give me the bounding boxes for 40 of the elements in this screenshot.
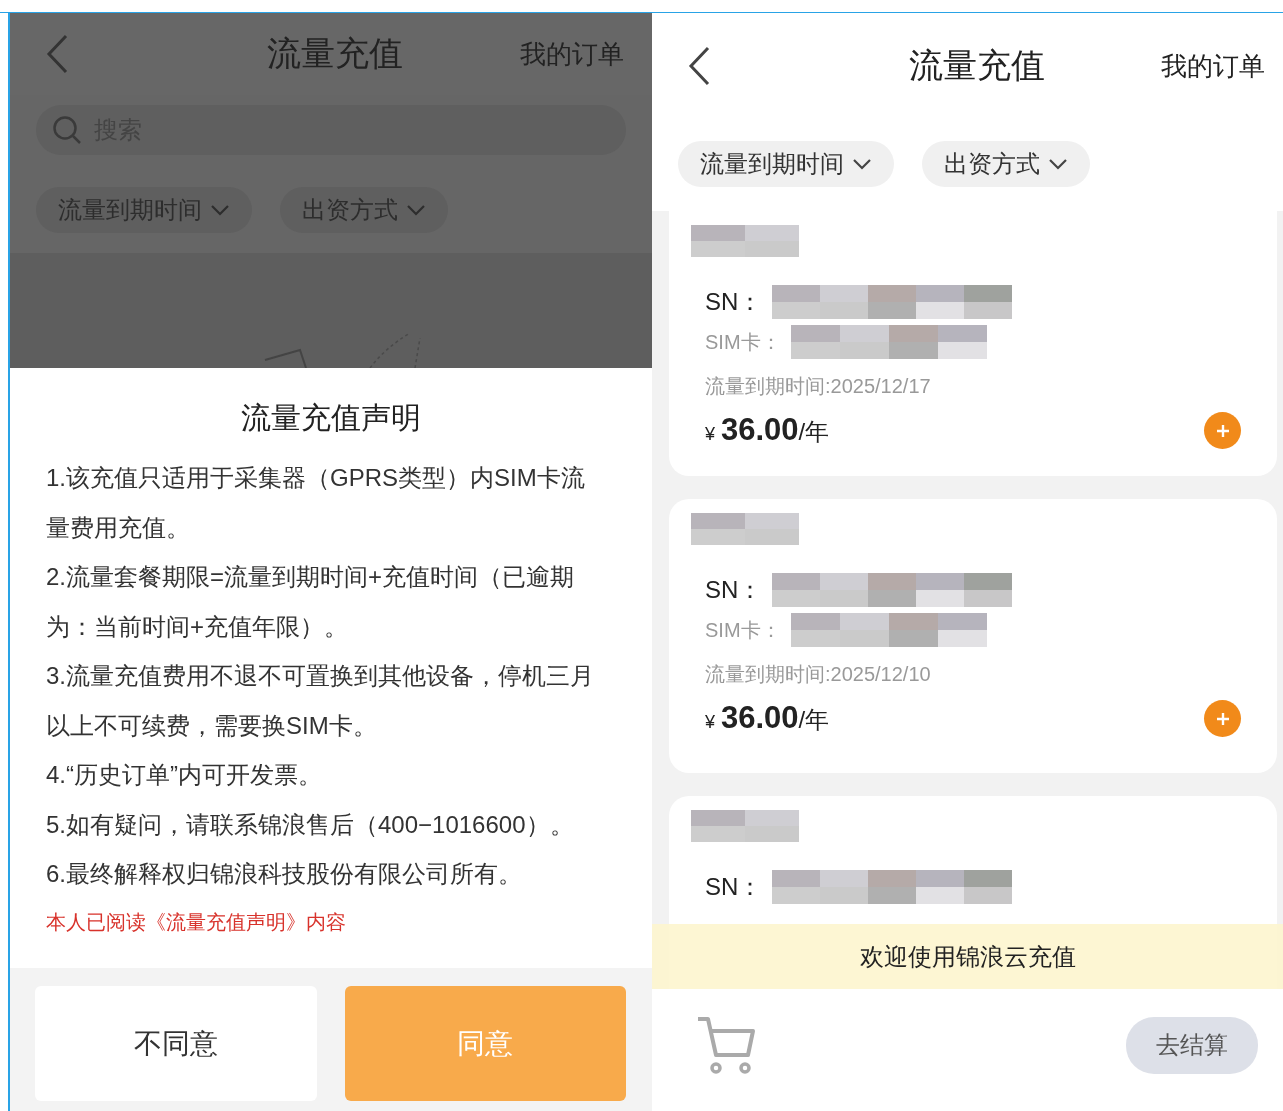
chevron-down-icon xyxy=(852,158,872,170)
plus-icon xyxy=(1215,711,1230,726)
cart-icon[interactable] xyxy=(696,1015,756,1075)
chevron-down-icon xyxy=(210,204,230,216)
consent-text: 本人已阅读《流量充值声明》内容 xyxy=(46,909,347,935)
statement-item: 2.流量套餐期限=流量到期时间+充值时间（已逾期为：当前时间+充值年限）。 xyxy=(46,562,576,642)
disagree-button[interactable]: 不同意 xyxy=(35,986,317,1101)
sn-label: SN： xyxy=(705,872,763,902)
price-amount: 36.00 xyxy=(721,700,799,736)
statement-item: 6.最终解释权归锦浪科技股份有限公司所有。 xyxy=(46,859,523,889)
plus-icon xyxy=(1215,423,1230,438)
dialog-title: 流量充值声明 xyxy=(240,400,422,436)
my-orders-link[interactable]: 我的订单 xyxy=(1161,48,1265,84)
price-unit: /年 xyxy=(798,705,830,735)
sn-label: SN： xyxy=(705,287,763,317)
price-amount: 36.00 xyxy=(721,412,799,448)
statement-item: 3.流量充值费用不退不可置换到其他设备，停机三月以上不可续费，需要换SIM卡。 xyxy=(46,661,595,741)
expiry-date: 流量到期时间:2025/12/10 xyxy=(705,662,932,687)
filter-dropdown[interactable]: 出资方式 xyxy=(922,141,1090,187)
sn-label: SN： xyxy=(705,575,763,605)
sim-label: SIM卡： xyxy=(705,617,781,643)
statement-item: 5.如有疑问，请联系锦浪售后（400−1016600）。 xyxy=(46,809,575,840)
welcome-toast: 欢迎使用锦浪云充值 xyxy=(652,924,1283,989)
expiry-date: 流量到期时间:2025/12/17 xyxy=(705,374,932,399)
statement-item: 4.“历史订单”内可开发票。 xyxy=(46,760,323,790)
search-icon xyxy=(52,115,82,145)
sim-label: SIM卡： xyxy=(705,329,781,355)
currency-sign: ¥ xyxy=(705,712,715,733)
checkout-button[interactable]: 去结算 xyxy=(1126,1016,1258,1074)
filter-dropdown[interactable]: 流量到期时间 xyxy=(678,141,894,187)
currency-sign: ¥ xyxy=(705,424,715,445)
price-unit: /年 xyxy=(798,417,830,447)
chevron-down-icon xyxy=(406,204,426,216)
chevron-down-icon xyxy=(1048,158,1068,170)
statement-item: 1.该充值只适用于采集器（GPRS类型）内SIM卡流量费用充值。 xyxy=(46,463,586,543)
page-title: 流量充值 xyxy=(267,33,403,74)
add-button[interactable] xyxy=(1204,412,1241,449)
back-icon[interactable] xyxy=(688,46,710,86)
add-button[interactable] xyxy=(1204,700,1241,737)
page-title: 流量充值 xyxy=(908,45,1045,86)
